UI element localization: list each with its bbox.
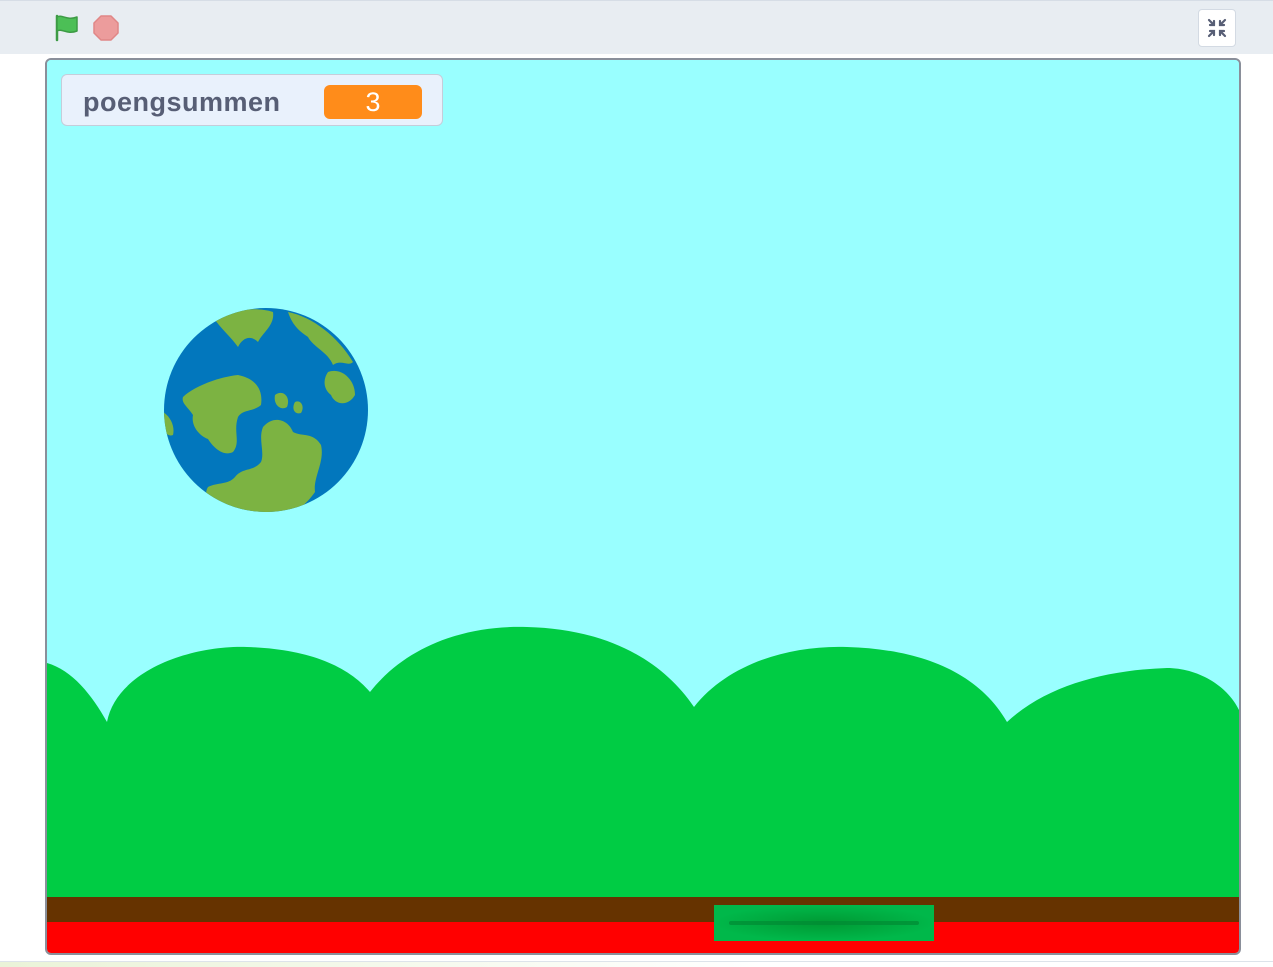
variable-monitor[interactable]: poengsummen 3: [61, 74, 443, 126]
monitor-value: 3: [324, 85, 422, 119]
stop-sign-icon: [93, 15, 119, 41]
exit-fullscreen-icon: [1207, 18, 1227, 38]
dirt-strip: [47, 897, 1239, 925]
green-flag-button[interactable]: [52, 13, 82, 43]
lava-strip: [47, 922, 1239, 953]
earth-icon[interactable]: [163, 307, 369, 513]
paddle[interactable]: [714, 905, 934, 941]
stage-toolbar: [0, 0, 1273, 54]
stage[interactable]: poengsummen 3: [45, 58, 1241, 955]
green-flag-icon: [55, 14, 78, 42]
page-bottom-edge: [0, 961, 1273, 967]
stop-button[interactable]: [91, 14, 121, 44]
exit-fullscreen-button[interactable]: [1198, 9, 1236, 47]
monitor-label: poengsummen: [83, 87, 281, 117]
